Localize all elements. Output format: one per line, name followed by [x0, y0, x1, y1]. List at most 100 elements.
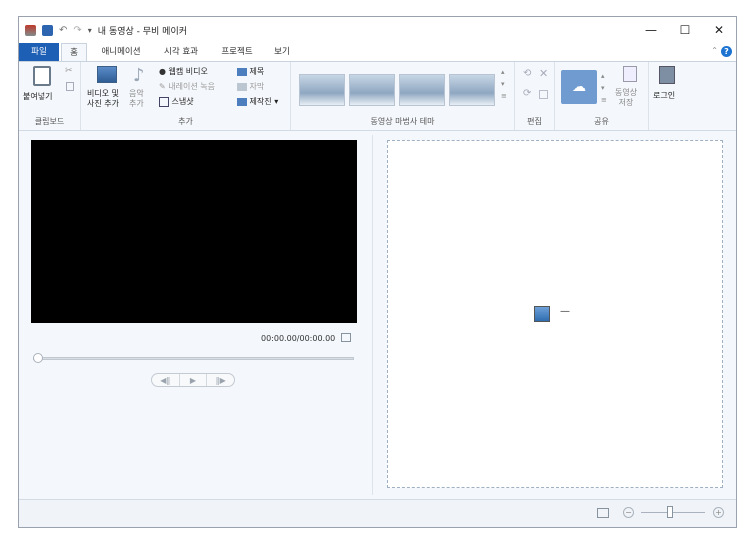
- tab-file[interactable]: 파일: [19, 43, 59, 61]
- add-music-label-1: 음악: [129, 89, 144, 98]
- theme-thumbnail-4[interactable]: [449, 74, 495, 106]
- credits-label: 제작진: [249, 97, 272, 106]
- window-controls: — ☐ ✕: [634, 17, 736, 43]
- group-themes: ▴ ▾ ≡ 동영상 마법사 테마: [291, 62, 515, 130]
- add-video-photo-button[interactable]: 비디오 및 사진 추가: [87, 89, 119, 109]
- group-edit: ⟲ ✕ ⟳ 편집: [515, 62, 555, 130]
- onedrive-cloud-icon[interactable]: ☁: [561, 70, 597, 104]
- caption-icon: [237, 82, 247, 91]
- seek-thumb[interactable]: [33, 353, 43, 363]
- help-icon[interactable]: ?: [721, 46, 732, 57]
- previous-frame-button[interactable]: ◀‖: [152, 374, 179, 386]
- record-narration-label: 내레이션 녹음: [168, 82, 215, 91]
- ribbon: 붙여넣기 ✂ 클립보드 비디오 및 사진 추가 ♪ 음악 추가 ● 웹캠 비디오…: [19, 61, 736, 131]
- tab-view[interactable]: 보기: [267, 43, 297, 61]
- group-label-share: 공유: [594, 117, 609, 126]
- video-preview[interactable]: [31, 140, 357, 323]
- zoom-slider-thumb[interactable]: [667, 506, 673, 518]
- chevron-down-icon: ▾: [274, 97, 279, 106]
- share-scroll-icon[interactable]: ▴ ▾ ≡: [601, 70, 607, 106]
- timecode: 00:00.00/00:00.00: [261, 334, 336, 343]
- save-movie-label-1: 동영상: [615, 88, 638, 97]
- ribbon-tabs: 파일 홈 애니메이션 시각 효과 프로젝트 보기 ⌃ ?: [19, 43, 736, 61]
- seek-bar[interactable]: [33, 357, 354, 360]
- theme-scroll-down-icon[interactable]: ▾: [501, 80, 505, 88]
- snapshot-button[interactable]: 스냅샷: [159, 96, 194, 107]
- webcam-video-button[interactable]: ● 웹캠 비디오: [159, 66, 208, 77]
- save-movie-label-2: 저장: [618, 98, 634, 107]
- paste-button[interactable]: 붙여넣기: [23, 91, 52, 102]
- group-signin: 로그인: [649, 62, 685, 130]
- snapshot-label: 스냅샷: [171, 97, 194, 106]
- add-music-label-2: 추가: [129, 99, 144, 108]
- playback-controls: ◀‖ ▶ ‖▶: [151, 373, 235, 387]
- customize-qa-icon[interactable]: ▾: [88, 26, 92, 35]
- title-label: 제목: [249, 67, 265, 76]
- music-note-icon: ♪: [133, 65, 145, 86]
- theme-thumbnail-2[interactable]: [349, 74, 395, 106]
- webcam-icon: ●: [159, 67, 166, 76]
- theme-thumbnail-3[interactable]: [399, 74, 445, 106]
- caption-button[interactable]: 자막: [237, 81, 264, 92]
- redo-icon[interactable]: ↷: [73, 25, 81, 36]
- next-frame-button[interactable]: ‖▶: [207, 374, 234, 386]
- save-movie-icon: [623, 66, 637, 82]
- insertion-marker: —: [560, 306, 570, 317]
- collapse-ribbon-icon[interactable]: ⌃: [711, 46, 718, 55]
- fullscreen-icon[interactable]: [341, 333, 351, 342]
- credits-button[interactable]: 제작진 ▾: [237, 96, 278, 107]
- tab-project[interactable]: 프로젝트: [213, 43, 261, 61]
- add-video-photo-icon: [97, 66, 117, 83]
- group-label-edit: 편집: [527, 117, 542, 126]
- pane-splitter[interactable]: [372, 135, 373, 495]
- select-all-icon[interactable]: [539, 90, 548, 99]
- rotate-right-icon[interactable]: ⟳: [523, 88, 531, 99]
- minimize-button[interactable]: —: [634, 17, 668, 43]
- window-title: 내 동영상 - 무비 메이커: [97, 26, 188, 37]
- zoom-in-icon[interactable]: +: [713, 507, 724, 518]
- title-bar: ↶ ↷ ▾ 내 동영상 - 무비 메이커 — ☐ ✕: [19, 17, 736, 43]
- app-window: ↶ ↷ ▾ 내 동영상 - 무비 메이커 — ☐ ✕ 파일 홈 애니메이션 시각…: [18, 16, 737, 528]
- save-icon[interactable]: [42, 24, 53, 36]
- title-button[interactable]: 제목: [237, 66, 264, 77]
- save-movie-button[interactable]: 동영상 저장: [615, 88, 637, 108]
- caption-label: 자막: [249, 82, 265, 91]
- webcam-video-label: 웹캠 비디오: [168, 67, 208, 76]
- title-icon: [237, 67, 247, 76]
- cut-icon[interactable]: ✂: [65, 66, 73, 76]
- thumbnail-size-icon[interactable]: [597, 508, 609, 518]
- quick-access-toolbar: ↶ ↷ ▾: [19, 24, 92, 36]
- play-button[interactable]: ▶: [178, 374, 208, 386]
- group-label-themes: 동영상 마법사 테마: [370, 117, 435, 126]
- add-video-photo-label-1: 비디오 및: [87, 89, 119, 98]
- status-bar: − +: [19, 499, 736, 527]
- group-label-add: 추가: [178, 117, 193, 126]
- theme-scroll-up-icon[interactable]: ▴: [501, 68, 505, 76]
- theme-thumbnail-1[interactable]: [299, 74, 345, 106]
- maximize-button[interactable]: ☐: [668, 17, 702, 43]
- tab-home[interactable]: 홈: [61, 43, 87, 61]
- sign-in-button[interactable]: 로그인: [653, 90, 675, 101]
- copy-icon[interactable]: [66, 82, 74, 91]
- zoom-slider[interactable]: [641, 512, 705, 513]
- group-label-clipboard: 클립보드: [34, 117, 65, 126]
- add-music-button[interactable]: 음악 추가: [129, 89, 144, 109]
- group-add: 비디오 및 사진 추가 ♪ 음악 추가 ● 웹캠 비디오 ✎ 내레이션 녹음 스…: [81, 62, 291, 130]
- delete-icon[interactable]: ✕: [539, 67, 548, 80]
- undo-icon[interactable]: ↶: [59, 25, 67, 36]
- group-share: ☁ ▴ ▾ ≡ 동영상 저장 공유: [555, 62, 649, 130]
- zoom-out-icon[interactable]: −: [623, 507, 634, 518]
- add-video-photo-label-2: 사진 추가: [87, 99, 119, 108]
- credits-icon: [237, 97, 247, 106]
- microphone-icon: ✎: [159, 82, 166, 91]
- paste-icon: [33, 66, 51, 86]
- app-icon: [25, 24, 36, 36]
- media-placeholder-icon: [534, 306, 550, 322]
- rotate-left-icon[interactable]: ⟲: [523, 68, 531, 79]
- record-narration-button[interactable]: ✎ 내레이션 녹음: [159, 81, 215, 92]
- tab-animations[interactable]: 애니메이션: [93, 43, 149, 61]
- tab-visual-effects[interactable]: 시각 효과: [155, 43, 207, 61]
- storyboard[interactable]: —: [387, 140, 723, 488]
- theme-more-icon[interactable]: ≡: [501, 92, 507, 100]
- close-button[interactable]: ✕: [702, 17, 736, 43]
